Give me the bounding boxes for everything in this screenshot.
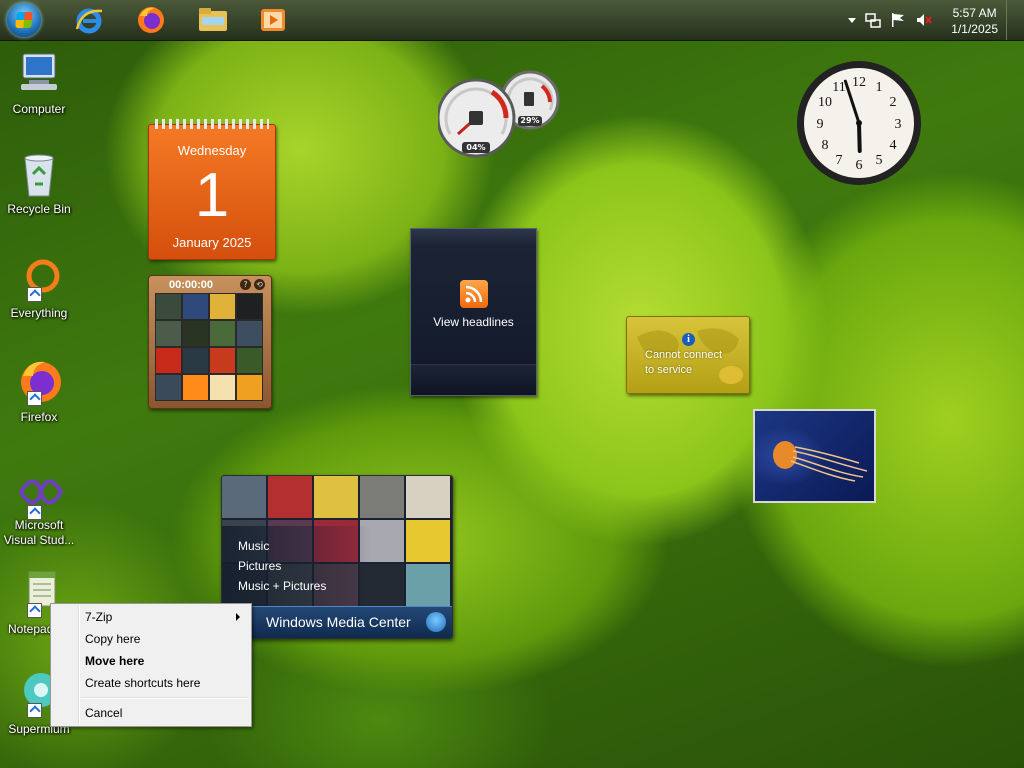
windows-orb-icon xyxy=(7,3,41,37)
rss-icon xyxy=(460,280,488,308)
desktop-icon-label: Firefox xyxy=(20,410,58,424)
shortcut-arrow-icon xyxy=(27,391,42,406)
menu-separator xyxy=(81,697,248,699)
drag-drop-context-menu: 7-Zip Copy here Move here Create shortcu… xyxy=(50,603,252,727)
svg-text:1: 1 xyxy=(876,80,883,95)
calendar-gadget[interactable]: Wednesday 1 January 2025 xyxy=(148,119,276,260)
svg-text:10: 10 xyxy=(818,95,832,110)
svg-text:6: 6 xyxy=(856,158,863,173)
desktop-icon-label: Recycle Bin xyxy=(7,202,71,216)
menu-item-move-here[interactable]: Move here xyxy=(53,650,249,672)
svg-text:11: 11 xyxy=(832,80,845,95)
menu-item-label: Create shortcuts here xyxy=(85,676,201,690)
taskbar-firefox[interactable] xyxy=(128,2,174,38)
calendar-day-number: 1 xyxy=(194,161,230,230)
calendar-month-year: January 2025 xyxy=(172,235,252,250)
media-center-item-music[interactable]: Music xyxy=(238,539,269,553)
volume-muted-icon[interactable] xyxy=(916,12,932,28)
recycle-bin-icon xyxy=(15,150,63,198)
file-explorer-icon xyxy=(199,8,227,31)
shortcut-arrow-icon xyxy=(27,703,42,718)
submenu-arrow-icon xyxy=(236,613,240,621)
shortcut-arrow-icon xyxy=(27,287,42,302)
menu-item-label: Move here xyxy=(85,654,145,668)
svg-text:2: 2 xyxy=(890,95,897,110)
taskbar-media-player[interactable] xyxy=(250,2,296,38)
computer-icon xyxy=(15,50,63,98)
calendar-rings xyxy=(155,119,269,129)
taskbar-file-explorer[interactable] xyxy=(190,2,236,38)
cpu-usage: 04% xyxy=(466,143,486,152)
cpu-meter-gadget[interactable]: 04% 29% xyxy=(436,68,562,160)
desktop-icon-recycle-bin[interactable]: Recycle Bin xyxy=(2,150,76,216)
menu-item-label: 7-Zip xyxy=(85,610,113,624)
weather-error-line2: to service xyxy=(645,364,693,376)
show-hidden-icons-icon[interactable] xyxy=(848,16,856,24)
desktop-icon-visual-studio[interactable]: Microsoft Visual Stud... xyxy=(2,472,76,548)
taskbar-clock[interactable]: 5:57 AM 1/1/2025 xyxy=(951,5,998,37)
puzzle-grid[interactable] xyxy=(155,293,263,401)
show-desktop-button[interactable] xyxy=(1006,0,1021,40)
desktop-icon-label: Microsoft Visual Stud... xyxy=(3,518,75,547)
desktop-icon-computer[interactable]: Computer xyxy=(2,50,76,116)
desktop[interactable]: 5:57 AM 1/1/2025 Computer Recycle Bin Ev… xyxy=(0,0,1024,768)
desktop-icon-label: Everything xyxy=(10,306,68,320)
firefox-icon xyxy=(15,358,63,406)
media-center-bar[interactable]: Windows Media Center xyxy=(222,606,452,638)
view-headlines-link[interactable]: View headlines xyxy=(411,315,536,329)
action-center-flag-icon[interactable] xyxy=(890,12,906,28)
shortcut-arrow-icon xyxy=(27,505,42,520)
menu-item-7zip[interactable]: 7-Zip xyxy=(53,606,249,628)
feed-headlines-gadget[interactable]: View headlines xyxy=(410,228,537,396)
windows-logo-icon xyxy=(426,612,446,632)
menu-item-label: Cancel xyxy=(85,706,123,720)
memory-usage: 29% xyxy=(520,116,540,125)
calendar-weekday: Wednesday xyxy=(177,143,247,158)
svg-text:5: 5 xyxy=(876,153,883,168)
desktop-icon-label: Computer xyxy=(12,102,66,116)
svg-text:3: 3 xyxy=(895,117,902,132)
shuffle-icon[interactable]: ⟲ xyxy=(254,279,265,290)
help-icon[interactable]: ? xyxy=(240,279,251,290)
media-center-gadget[interactable]: Music Pictures Music + Pictures Windows … xyxy=(221,475,453,639)
media-center-title: Windows Media Center xyxy=(266,614,411,630)
clock-date: 1/1/2025 xyxy=(951,22,998,36)
menu-item-create-shortcuts-here[interactable]: Create shortcuts here xyxy=(53,672,249,694)
shortcut-arrow-icon xyxy=(27,603,42,618)
visual-studio-icon xyxy=(15,472,64,520)
desktop-icon-firefox[interactable]: Firefox xyxy=(2,358,76,424)
everything-icon xyxy=(15,254,63,302)
media-center-item-music-pictures[interactable]: Music + Pictures xyxy=(238,579,326,593)
svg-text:7: 7 xyxy=(836,153,843,168)
menu-item-cancel[interactable]: Cancel xyxy=(53,702,249,724)
menu-item-copy-here[interactable]: Copy here xyxy=(53,628,249,650)
analog-clock-face: 12 12 345 678 91011 xyxy=(797,61,921,185)
puzzle-timer: 00:00:00 xyxy=(169,279,214,291)
svg-text:12: 12 xyxy=(852,75,866,90)
svg-text:4: 4 xyxy=(890,138,897,153)
weather-error-line1: Cannot connect xyxy=(645,349,723,361)
firefox-icon xyxy=(138,7,164,33)
internet-explorer-icon xyxy=(75,8,103,34)
desktop-icon-everything[interactable]: Everything xyxy=(2,254,76,320)
svg-text:9: 9 xyxy=(817,117,824,132)
network-icon[interactable] xyxy=(865,12,881,28)
taskbar-internet-explorer[interactable] xyxy=(66,2,112,38)
svg-text:8: 8 xyxy=(822,138,829,153)
picture-puzzle-gadget[interactable]: 00:00:00 ? ⟲ xyxy=(148,275,272,409)
slide-show-gadget[interactable] xyxy=(753,409,876,503)
media-player-icon xyxy=(261,9,285,31)
weather-gadget[interactable]: i Cannot connect to service xyxy=(626,316,750,394)
media-center-item-pictures[interactable]: Pictures xyxy=(238,559,281,573)
clock-gadget[interactable]: 12 1 2 345 678 9 10 11 xyxy=(796,60,922,186)
start-button[interactable] xyxy=(4,1,44,39)
clock-time: 5:57 AM xyxy=(952,6,997,20)
info-icon: i xyxy=(682,333,695,346)
taskbar: 5:57 AM 1/1/2025 xyxy=(0,0,1024,41)
menu-item-label: Copy here xyxy=(85,632,141,646)
jellyfish-picture xyxy=(773,441,868,482)
hour-hand xyxy=(857,121,862,153)
